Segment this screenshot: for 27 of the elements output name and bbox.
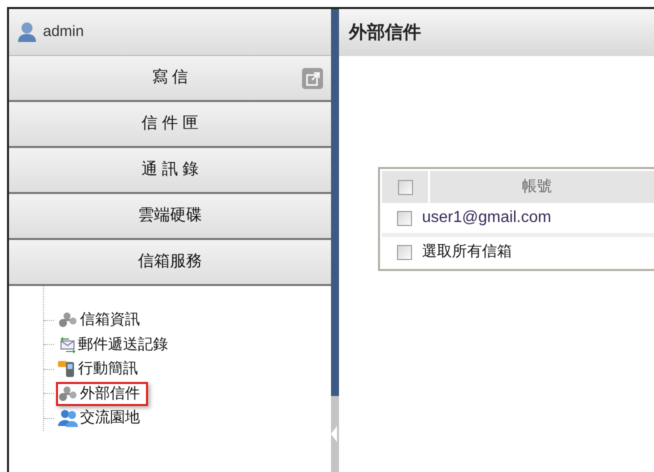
menu-button[interactable]: 雲端硬碟 [9,194,331,240]
tree-item[interactable]: 外部信件 [56,382,148,406]
collapse-handle-icon[interactable] [331,426,337,442]
tree-item[interactable]: 交流園地 [56,406,148,430]
column-header: 帳號 [522,176,552,197]
tree-item[interactable]: 郵件遞送記錄 [56,332,176,357]
menu-button[interactable]: 寫 信 [9,56,331,102]
popout-icon[interactable] [302,68,323,89]
page-title: 外部信件 [349,21,421,44]
tree-item[interactable]: 信箱資訊 [56,308,148,332]
menu-button[interactable]: 通 訊 錄 [9,148,331,194]
envelope-icon [58,336,76,353]
account-cell-text: user1@gmail.com [422,208,552,228]
checkbox[interactable] [397,210,412,226]
menu-button[interactable]: 信 件 匣 [9,102,331,148]
network-icon [58,386,78,402]
phone-icon [58,360,76,378]
splitter[interactable] [331,9,339,472]
people-icon [58,409,78,428]
checkbox[interactable] [397,244,412,260]
menu-button[interactable]: 信箱服務 [9,240,331,286]
network-icon [58,312,78,328]
tree-item[interactable]: 行動簡訊 [56,357,146,382]
select-all-label: 選取所有信箱 [422,242,512,262]
user-name: admin [43,22,84,42]
checkbox[interactable] [398,180,412,194]
user-icon [17,21,37,43]
